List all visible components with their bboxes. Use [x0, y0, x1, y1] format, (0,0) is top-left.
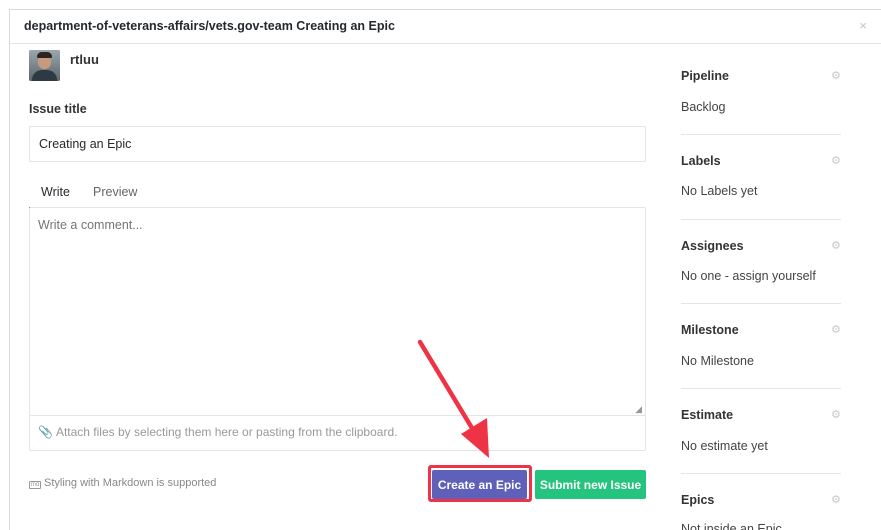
sidebar-title-pipeline: Pipeline — [681, 69, 729, 83]
markdown-hint[interactable]: md Styling with Markdown is supported — [29, 477, 216, 489]
attach-files-text: Attach files by selecting them here or p… — [55, 425, 398, 439]
author-username: rtluu — [70, 52, 99, 67]
pipeline-value[interactable]: Backlog — [681, 100, 725, 114]
issue-title-label: Issue title — [29, 102, 87, 116]
gear-icon[interactable]: ⚙ — [831, 239, 841, 252]
sidebar-title-milestone: Milestone — [681, 323, 739, 337]
comment-editor: ◢ 📎Attach files by selecting them here o… — [29, 207, 646, 451]
milestone-value[interactable]: No Milestone — [681, 354, 754, 368]
gear-icon[interactable]: ⚙ — [831, 493, 841, 506]
attach-files-area[interactable]: 📎 Attach files by selecting them here or … — [38, 425, 397, 439]
create-epic-button[interactable]: Create an Epic — [432, 470, 527, 499]
markdown-icon: md — [29, 481, 41, 489]
sidebar-title-assignees: Assignees — [681, 239, 744, 253]
submit-issue-button[interactable]: Submit new Issue — [535, 470, 646, 499]
gear-icon[interactable]: ⚙ — [831, 69, 841, 82]
modal-header: department-of-veterans-affairs/vets.gov-… — [10, 10, 881, 44]
labels-value[interactable]: No Labels yet — [681, 184, 757, 198]
assignees-value[interactable]: No one - assign yourself — [681, 269, 816, 283]
resize-handle-icon[interactable]: ◢ — [635, 404, 642, 415]
issue-title-input[interactable] — [29, 126, 646, 162]
gear-icon[interactable]: ⚙ — [831, 154, 841, 167]
sidebar-title-labels: Labels — [681, 154, 721, 168]
gear-icon[interactable]: ⚙ — [831, 323, 841, 336]
sidebar-title-estimate: Estimate — [681, 408, 734, 422]
estimate-value[interactable]: No estimate yet — [681, 439, 768, 453]
epics-value[interactable]: Not inside an Epic — [681, 522, 782, 530]
sidebar-divider — [681, 219, 841, 220]
paperclip-icon: 📎 — [38, 425, 53, 439]
tab-write[interactable]: Write — [29, 185, 82, 209]
gear-icon[interactable]: ⚙ — [831, 408, 841, 421]
sidebar-divider — [681, 134, 841, 135]
close-icon[interactable]: × — [859, 18, 867, 33]
sidebar-divider — [681, 303, 841, 304]
comment-textarea[interactable] — [30, 208, 645, 416]
tab-preview[interactable]: Preview — [93, 185, 137, 199]
sidebar-divider — [681, 473, 841, 474]
markdown-hint-text: Styling with Markdown is supported — [44, 477, 217, 489]
sidebar-divider — [681, 388, 841, 389]
avatar — [29, 50, 60, 81]
modal-title: department-of-veterans-affairs/vets.gov-… — [24, 19, 395, 33]
sidebar-title-epics: Epics — [681, 493, 715, 507]
